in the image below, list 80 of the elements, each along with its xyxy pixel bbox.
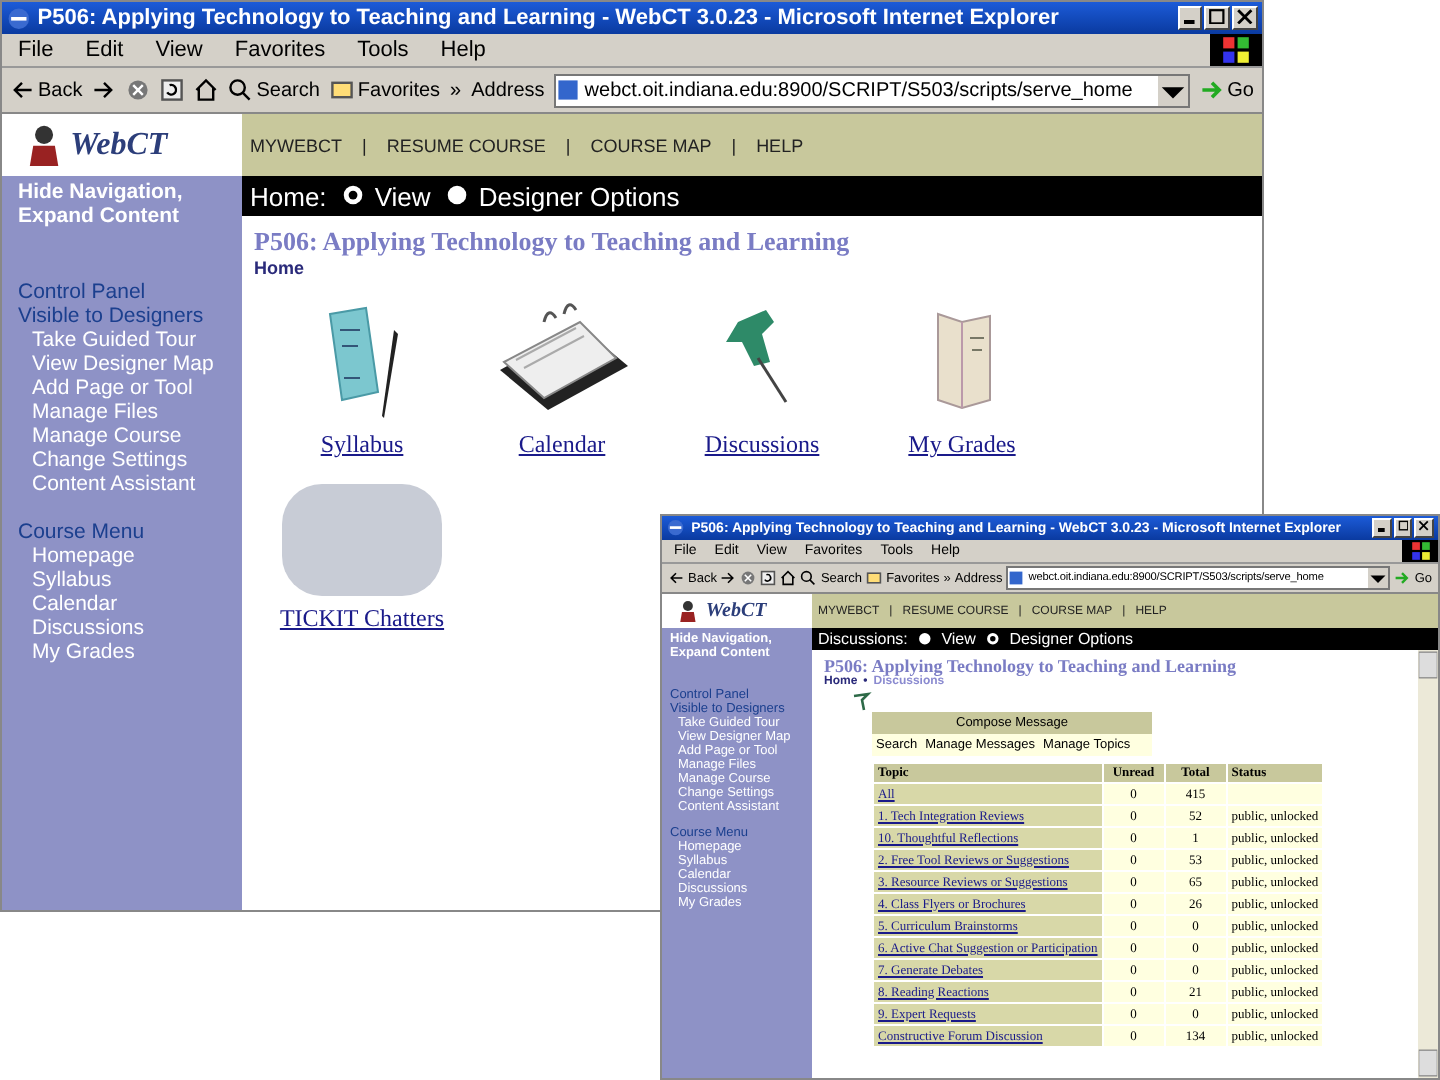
favorites-button[interactable]: Favorites [329, 78, 441, 102]
folder-icon [329, 78, 354, 102]
page-icon [556, 78, 581, 102]
mode-radio[interactable]: Designer Options [985, 630, 1134, 648]
radio-icon[interactable] [342, 184, 365, 208]
refresh-icon[interactable] [760, 570, 777, 586]
close-button[interactable] [1414, 518, 1434, 538]
tool-link[interactable]: My Grades [908, 430, 1016, 460]
windows-logo-icon [1402, 540, 1438, 562]
folder-icon [866, 570, 883, 586]
radio-icon[interactable] [985, 632, 1000, 646]
separator-text: | [565, 135, 571, 155]
stop-icon[interactable] [740, 570, 757, 586]
address-field[interactable]: webct.oit.indiana.edu:8900/SCRIPT/S503/scripts/serve_home [554, 73, 1190, 107]
maximize-icon [1397, 520, 1409, 532]
breadcrumb-link[interactable]: Home [254, 258, 305, 278]
course-heading: P506: Applying Technology to Teaching and Learning [254, 226, 852, 258]
minimize-button[interactable] [1177, 5, 1203, 31]
tool-link[interactable]: Syllabus [320, 430, 404, 460]
back-button[interactable]: Back [10, 78, 83, 102]
page-icon [1008, 570, 1025, 586]
maximize-button[interactable] [1204, 5, 1231, 31]
more-tools-button[interactable]: » [450, 79, 462, 101]
person-logo-icon [678, 599, 698, 623]
top-nav-link[interactable]: MYWEBCT [250, 135, 342, 155]
tool-link[interactable]: Calendar [518, 430, 606, 460]
tool-link[interactable]: TICKIT Chatters [279, 604, 445, 634]
course-heading: P506: Applying Technology to Teaching and Learning [824, 656, 1239, 676]
radio-icon[interactable] [446, 184, 469, 208]
menu-item[interactable]: File [18, 38, 54, 62]
forward-icon[interactable] [720, 570, 737, 586]
mode-radio[interactable]: View [917, 630, 976, 648]
tool-link[interactable]: Discussions [704, 430, 820, 460]
search-icon [800, 570, 817, 586]
close-icon [1236, 7, 1254, 25]
stop-icon[interactable] [126, 78, 151, 102]
browser-icon [666, 518, 686, 538]
menu-item[interactable]: Favorites [234, 38, 326, 62]
search-button[interactable]: Search [228, 78, 320, 102]
menu-item[interactable]: Edit [85, 38, 124, 62]
browser-icon [6, 5, 32, 31]
menu-item[interactable]: Tools [357, 38, 409, 62]
top-nav-link[interactable]: HELP [756, 135, 804, 155]
logo-text: WebCT [705, 600, 767, 622]
location-label: Discussions: [818, 630, 908, 648]
menu-item[interactable]: Help [440, 38, 486, 62]
home-icon[interactable] [780, 570, 797, 586]
top-nav-link[interactable]: RESUME COURSE [386, 135, 546, 155]
logo-text: WebCT [70, 127, 168, 163]
maximize-button[interactable] [1393, 518, 1413, 538]
mode-radio[interactable]: Designer Options [446, 181, 680, 211]
dropdown-icon[interactable] [1157, 75, 1188, 105]
refresh-icon[interactable] [160, 78, 185, 102]
window-title: P506: Applying Technology to Teaching and Learning - WebCT 3.0.23 - Microsoft Internet Explorer [37, 6, 1061, 30]
mode-radio[interactable]: View [342, 181, 431, 211]
search-icon [228, 78, 253, 102]
separator-text: | [731, 135, 737, 155]
person-logo-icon [26, 123, 63, 167]
back-arrow-icon [10, 78, 34, 102]
close-icon [1418, 520, 1430, 532]
go-arrow-icon [1394, 570, 1411, 586]
back-arrow-icon [668, 570, 684, 586]
windows-logo-icon [1210, 34, 1262, 66]
home-icon[interactable] [194, 78, 219, 102]
separator-text: | [362, 135, 367, 155]
top-nav-link[interactable]: COURSE MAP [590, 135, 712, 155]
radio-icon[interactable] [917, 632, 932, 646]
address-label: Address [471, 79, 545, 101]
dropdown-icon[interactable] [1368, 568, 1389, 588]
menu-item[interactable]: View [155, 38, 203, 62]
minimize-icon [1184, 20, 1196, 25]
minimize-icon [1378, 527, 1386, 532]
go-button[interactable]: Go [1199, 78, 1254, 102]
minimize-button[interactable] [1372, 518, 1392, 538]
forward-icon[interactable] [92, 78, 117, 102]
close-button[interactable] [1232, 5, 1258, 31]
location-label: Home: [250, 181, 327, 211]
vertical-scrollbar[interactable] [1418, 650, 1438, 1078]
go-arrow-icon [1199, 78, 1224, 102]
maximize-icon [1208, 7, 1227, 25]
